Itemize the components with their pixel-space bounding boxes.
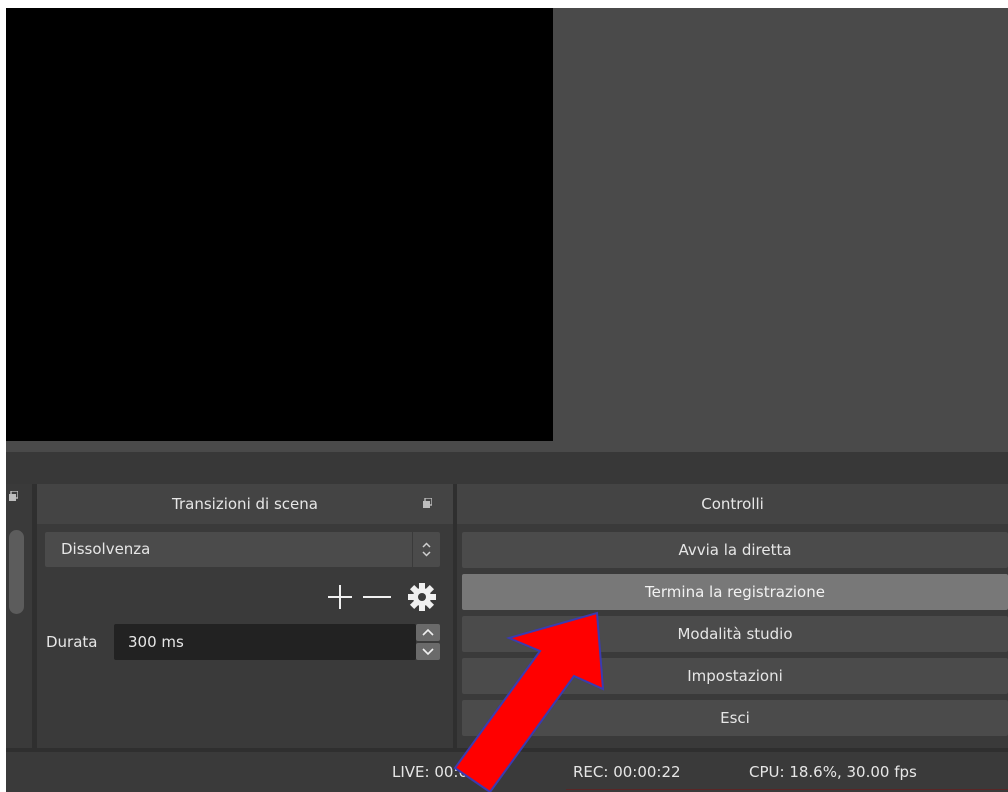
minus-icon[interactable]: [361, 582, 393, 612]
scene-transitions-dock: Transizioni di scena Dissolvenza Durata …: [37, 484, 453, 748]
settings-button[interactable]: Impostazioni: [462, 658, 1008, 694]
studio-mode-button[interactable]: Modalità studio: [462, 616, 1008, 652]
duration-value: 300 ms: [128, 633, 184, 651]
scrollbar-thumb[interactable]: [9, 530, 24, 614]
duration-input[interactable]: 300 ms: [114, 624, 416, 660]
transition-select[interactable]: Dissolvenza: [45, 532, 440, 567]
dock-float-icon[interactable]: [423, 498, 432, 508]
dock-float-icon[interactable]: [9, 491, 18, 501]
preview-canvas[interactable]: [6, 8, 553, 441]
sources-dock-partial: [6, 484, 32, 748]
dock-title-text: Controlli: [701, 495, 764, 513]
chevron-down-icon[interactable]: [416, 643, 440, 660]
chevron-up-down-icon: [412, 532, 440, 567]
status-bar: LIVE: 00:00:00 REC: 00:00:22 CPU: 18.6%,…: [6, 752, 1008, 792]
cpu-fps-readout: CPU: 18.6%, 30.00 fps: [749, 763, 917, 781]
stop-recording-button[interactable]: Termina la registrazione: [462, 574, 1008, 610]
plus-icon[interactable]: [325, 582, 355, 612]
dock-title-text: Transizioni di scena: [172, 495, 318, 513]
live-timer: LIVE: 00:00:00: [392, 763, 502, 781]
transition-select-value: Dissolvenza: [61, 540, 151, 558]
recording-indicator-line: [566, 789, 1008, 790]
start-streaming-button[interactable]: Avvia la diretta: [462, 532, 1008, 568]
chevron-up-icon[interactable]: [416, 624, 440, 641]
obs-window: Transizioni di scena Dissolvenza Durata …: [6, 8, 1008, 792]
exit-button[interactable]: Esci: [462, 700, 1008, 736]
preview-area: [6, 8, 1008, 452]
duration-label: Durata: [46, 633, 98, 651]
dock-title: Transizioni di scena: [37, 484, 453, 524]
duration-spin-buttons: [416, 624, 440, 660]
rec-timer: REC: 00:00:22: [573, 763, 681, 781]
dock-title: Controlli: [457, 484, 1008, 524]
controls-dock: Controlli Avvia la diretta Termina la re…: [457, 484, 1008, 748]
gear-icon[interactable]: [407, 582, 437, 612]
dock-separator: [6, 452, 1008, 484]
